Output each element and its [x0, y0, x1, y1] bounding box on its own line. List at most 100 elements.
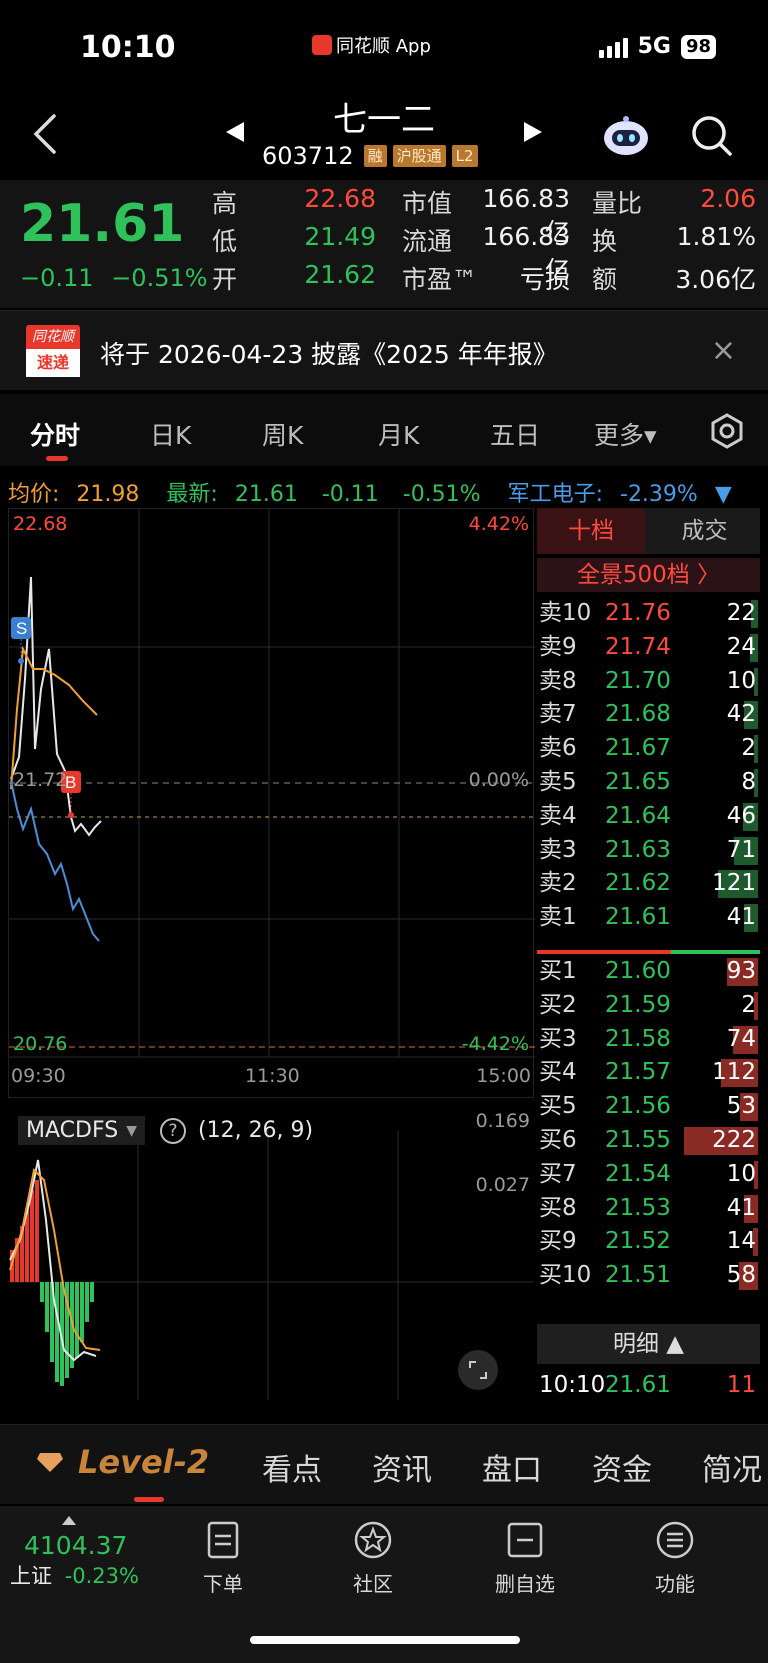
level-volume: 121	[712, 870, 756, 897]
level-price: 21.56	[605, 1093, 671, 1120]
bid-row[interactable]: 买8 21.53 41	[537, 1191, 760, 1225]
news-logo-top: 同花顺	[26, 325, 80, 349]
low-value: 21.49	[304, 222, 376, 251]
level-volume: 42	[726, 701, 756, 728]
tab-weekly-k[interactable]: 周K	[262, 416, 303, 452]
level-label: 卖1	[539, 904, 577, 931]
level-label: 买1	[539, 958, 577, 984]
prev-stock-icon[interactable]	[224, 120, 246, 148]
app-badge: 同花顺 App	[312, 32, 431, 58]
full-depth-button[interactable]: 全景500档 〉	[537, 558, 760, 592]
sector-label: 军工电子:	[507, 482, 603, 507]
ask-row[interactable]: 卖4 21.64 46	[537, 799, 760, 833]
tab-highlights[interactable]: 看点	[262, 1445, 322, 1489]
remove-watchlist-icon	[507, 1522, 543, 1558]
float-label: 流通	[402, 227, 453, 256]
level-price: 21.62	[605, 870, 671, 897]
tab-trades[interactable]: 成交	[649, 508, 760, 554]
tab-news[interactable]: 资讯	[372, 1445, 432, 1489]
chart-tab-bar: 分时 日K 周K 月K 五日 更多▾	[0, 394, 768, 466]
low-label: 低	[212, 227, 238, 256]
robot-assistant-icon[interactable]	[600, 114, 652, 162]
bid-row[interactable]: 买6 21.55 222	[537, 1123, 760, 1157]
settings-icon[interactable]	[708, 412, 746, 454]
nav-community[interactable]: 社区	[318, 1520, 428, 1597]
time-start: 09:30	[11, 1065, 66, 1087]
nav-remove-watchlist-label: 删自选	[495, 1572, 555, 1596]
bid-row[interactable]: 买7 21.54 10	[537, 1157, 760, 1191]
intraday-chart[interactable]: S B 22.68 4.42% 21.72 0.00% 20.76 -4.42%…	[8, 508, 535, 1098]
tab-order-flow[interactable]: 盘口	[482, 1445, 542, 1489]
help-icon[interactable]: ?	[160, 1118, 186, 1144]
level-price: 21.65	[605, 769, 671, 795]
level-price: 21.68	[605, 701, 671, 728]
level-price: 21.59	[605, 991, 671, 1018]
tab-intraday[interactable]: 分时	[30, 416, 80, 452]
nav-functions[interactable]: 功能	[620, 1520, 730, 1597]
notice-banner[interactable]: 同花顺 速递 将于 2026-04-23 披露《2025 年年报》 ×	[0, 310, 768, 390]
level-volume: 222	[712, 1127, 756, 1153]
tab-funds[interactable]: 资金	[592, 1445, 652, 1489]
ask-row[interactable]: 卖10 21.76 22	[537, 596, 760, 630]
close-icon[interactable]: ×	[711, 333, 736, 368]
bid-row[interactable]: 买1 21.60 93	[537, 954, 760, 988]
index-ticker[interactable]: 4104.37 上证 -0.23%	[10, 1516, 139, 1590]
bid-row[interactable]: 买10 21.51 58	[537, 1258, 760, 1292]
bid-row[interactable]: 买4 21.57 112	[537, 1055, 760, 1089]
notice-text[interactable]: 将于 2026-04-23 披露《2025 年年报》	[100, 335, 558, 371]
next-stock-icon[interactable]	[522, 120, 544, 148]
amount-label: 额	[592, 265, 618, 294]
ask-row[interactable]: 卖2 21.62 121	[537, 866, 760, 900]
ask-row[interactable]: 卖7 21.68 42	[537, 697, 760, 731]
tab-monthly-k[interactable]: 月K	[378, 416, 419, 452]
bid-row[interactable]: 买3 21.58 74	[537, 1022, 760, 1056]
sector-change[interactable]: 军工电子: -2.39% ▼	[508, 482, 742, 507]
nav-order-label: 下单	[203, 1572, 243, 1596]
bid-row[interactable]: 买9 21.52 14	[537, 1224, 760, 1258]
level-label: 买9	[539, 1228, 577, 1255]
tab-ten-level[interactable]: 十档	[537, 508, 645, 554]
detail-button[interactable]: 明细 ▲	[537, 1324, 760, 1364]
indicator-selector[interactable]: MACDFS ▼	[18, 1116, 145, 1145]
indicator-params: (12, 26, 9)	[198, 1118, 314, 1143]
level-label: 卖2	[539, 870, 577, 897]
nav-order[interactable]: 下单	[168, 1520, 278, 1597]
community-icon	[354, 1521, 392, 1559]
level-volume: 58	[726, 1262, 756, 1289]
latest-label: 最新:	[166, 482, 218, 507]
ask-row[interactable]: 卖3 21.63 71	[537, 833, 760, 867]
fullscreen-icon[interactable]	[458, 1350, 498, 1390]
bid-row[interactable]: 买2 21.59 2	[537, 988, 760, 1022]
bottom-tab-bar: Level-2 看点 资讯 盘口 资金 简况	[0, 1424, 768, 1504]
latest-value: 21.61	[234, 482, 298, 507]
ask-row[interactable]: 卖9 21.74 24	[537, 630, 760, 664]
bid-row[interactable]: 买5 21.56 53	[537, 1089, 760, 1123]
level-volume: 2	[741, 735, 756, 762]
tab-more[interactable]: 更多▾	[594, 416, 657, 452]
search-icon[interactable]	[690, 114, 734, 162]
tab-profile[interactable]: 简况	[702, 1445, 762, 1489]
ask-row[interactable]: 卖8 21.70 10	[537, 664, 760, 698]
ask-row[interactable]: 卖5 21.65 8	[537, 765, 760, 799]
index-expand-icon	[62, 1516, 76, 1525]
tab-five-day[interactable]: 五日	[490, 416, 540, 452]
tab-daily-k[interactable]: 日K	[150, 416, 191, 452]
macd-chart[interactable]: MACDFS ▼ ? (12, 26, 9) 0.169 0.027	[8, 1110, 534, 1400]
open-value: 21.62	[304, 260, 376, 289]
index-value: 4104.37	[24, 1531, 128, 1560]
latest-pct: -0.51%	[402, 482, 481, 507]
last-trade-price: 21.61	[605, 1372, 671, 1398]
level-volume: 8	[741, 769, 756, 795]
chart-mid-price: 21.72	[13, 769, 68, 791]
nav-remove-watchlist[interactable]: 删自选	[470, 1520, 580, 1597]
home-indicator[interactable]	[250, 1636, 520, 1644]
level-price: 21.64	[605, 802, 671, 829]
level-volume: 24	[726, 633, 756, 660]
chart-bottom-pct: -4.42%	[461, 1033, 529, 1055]
level-label: 买5	[539, 1093, 577, 1120]
ask-row[interactable]: 卖6 21.67 2	[537, 731, 760, 765]
ask-row[interactable]: 卖1 21.61 41	[537, 900, 760, 934]
level-price: 21.55	[605, 1127, 671, 1153]
sector-dropdown-icon: ▼	[714, 482, 732, 507]
tab-level2[interactable]: Level-2	[36, 1443, 209, 1481]
